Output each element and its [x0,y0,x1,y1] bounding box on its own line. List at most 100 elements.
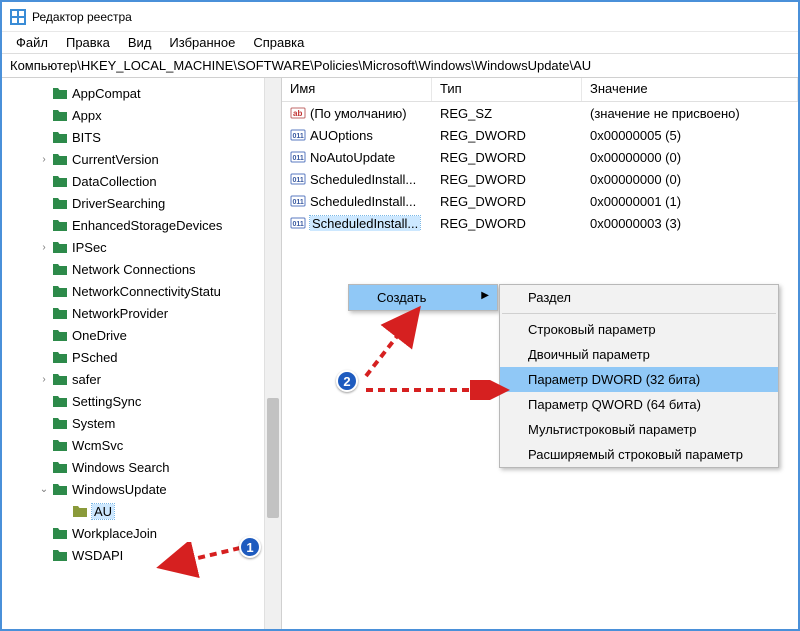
ctx-new-expand[interactable]: Расширяемый строковый параметр [500,442,778,467]
tree-label: Appx [72,108,102,123]
tree-twisty-icon[interactable]: › [38,374,50,385]
scroll-thumb[interactable] [267,398,279,518]
registry-tree[interactable]: AppCompat Appx BITS › CurrentVersion DataColl… [2,78,281,566]
tree-item[interactable]: AU [2,500,281,522]
tree-label: DriverSearching [72,196,165,211]
tree-twisty-icon[interactable]: › [38,154,50,165]
value-type: REG_DWORD [432,172,582,187]
tree-item[interactable]: ›IPSec [2,236,281,258]
value-row[interactable]: ScheduledInstall...REG_DWORD0x00000003 (… [282,212,798,234]
address-bar[interactable]: Компьютер\HKEY_LOCAL_MACHINE\SOFTWARE\Po… [2,54,798,78]
folder-icon [52,349,68,365]
value-name: ScheduledInstall... [310,172,416,187]
tree-item[interactable]: WcmSvc [2,434,281,456]
tree-label: EnhancedStorageDevices [72,218,222,233]
menu-separator [502,313,776,314]
tree-item[interactable]: › safer [2,368,281,390]
dword-value-icon [290,149,306,165]
folder-icon [52,481,68,497]
value-data: 0x00000001 (1) [582,194,798,209]
menu-view[interactable]: Вид [120,33,160,52]
tree-twisty-icon[interactable]: ⌄ [38,484,50,495]
tree-item[interactable]: System [2,412,281,434]
annotation-arrow-1 [152,542,252,582]
submenu-arrow-icon: ▶ [481,290,489,301]
dword-value-icon [290,215,306,231]
col-header-value[interactable]: Значение [582,78,798,101]
value-row[interactable]: (По умолчанию)REG_SZ(значение не присвое… [282,102,798,124]
value-data: 0x00000000 (0) [582,150,798,165]
col-header-name[interactable]: Имя [282,78,432,101]
tree-item[interactable]: WorkplaceJoin [2,522,281,544]
string-value-icon [290,105,306,121]
value-row[interactable]: NoAutoUpdateREG_DWORD0x00000000 (0) [282,146,798,168]
folder-icon [52,371,68,387]
tree-item[interactable]: DataCollection [2,170,281,192]
tree-scrollbar[interactable] [264,78,281,629]
menu-help[interactable]: Справка [245,33,312,52]
folder-icon [52,459,68,475]
ctx-new-multi[interactable]: Мультистроковый параметр [500,417,778,442]
menu-favorites[interactable]: Избранное [161,33,243,52]
tree-label: Network Connections [72,262,196,277]
tree-item[interactable]: Appx [2,104,281,126]
folder-icon [52,173,68,189]
menu-file[interactable]: Файл [8,33,56,52]
tree-item[interactable]: NetworkProvider [2,302,281,324]
col-header-type[interactable]: Тип [432,78,582,101]
tree-item[interactable]: DriverSearching [2,192,281,214]
folder-icon [52,305,68,321]
menu-edit[interactable]: Правка [58,33,118,52]
tree-label: CurrentVersion [72,152,159,167]
folder-icon [52,107,68,123]
tree-item[interactable]: NetworkConnectivityStatu [2,280,281,302]
tree-label: PSched [72,350,118,365]
tree-item[interactable]: ⌄ WindowsUpdate [2,478,281,500]
tree-item[interactable]: SettingSync [2,390,281,412]
folder-icon [52,217,68,233]
tree-item[interactable]: BITS [2,126,281,148]
tree-label: WSDAPI [72,548,123,563]
value-type: REG_DWORD [432,216,582,231]
folder-icon [72,503,88,519]
ctx-new-binary[interactable]: Двоичный параметр [500,342,778,367]
tree-label: System [72,416,115,431]
tree-item[interactable]: › CurrentVersion [2,148,281,170]
tree-label: Windows Search [72,460,170,475]
folder-icon [52,151,68,167]
tree-item[interactable]: Windows Search [2,456,281,478]
tree-label: safer [72,372,101,387]
tree-item[interactable]: PSched [2,346,281,368]
tree-item[interactable]: OneDrive [2,324,281,346]
ctx-new-dword[interactable]: Параметр DWORD (32 бита) [500,367,778,392]
ctx-new-key[interactable]: Раздел [500,285,778,310]
folder-icon [52,261,68,277]
folder-icon [52,547,68,563]
value-row[interactable]: ScheduledInstall...REG_DWORD0x00000001 (… [282,190,798,212]
folder-icon [52,393,68,409]
value-row[interactable]: AUOptionsREG_DWORD0x00000005 (5) [282,124,798,146]
folder-icon [52,195,68,211]
dword-value-icon [290,171,306,187]
list-header: Имя Тип Значение [282,78,798,102]
tree-label: WindowsUpdate [72,482,167,497]
annotation-arrow-2a [360,302,440,382]
ctx-new-qword[interactable]: Параметр QWORD (64 бита) [500,392,778,417]
ctx-new-string[interactable]: Строковый параметр [500,317,778,342]
tree-label: AppCompat [72,86,141,101]
folder-icon [52,437,68,453]
folder-icon [52,525,68,541]
tree-item[interactable]: AppCompat [2,82,281,104]
value-row[interactable]: ScheduledInstall...REG_DWORD0x00000000 (… [282,168,798,190]
tree-item[interactable]: EnhancedStorageDevices [2,214,281,236]
annotation-badge-2: 2 [336,370,358,392]
value-type: REG_DWORD [432,194,582,209]
tree-twisty-icon[interactable]: › [38,242,50,253]
folder-icon [52,327,68,343]
tree-label: SettingSync [72,394,141,409]
tree-label: DataCollection [72,174,157,189]
value-name: AUOptions [310,128,373,143]
value-list[interactable]: (По умолчанию)REG_SZ(значение не присвое… [282,102,798,234]
tree-label: BITS [72,130,101,145]
tree-item[interactable]: Network Connections [2,258,281,280]
